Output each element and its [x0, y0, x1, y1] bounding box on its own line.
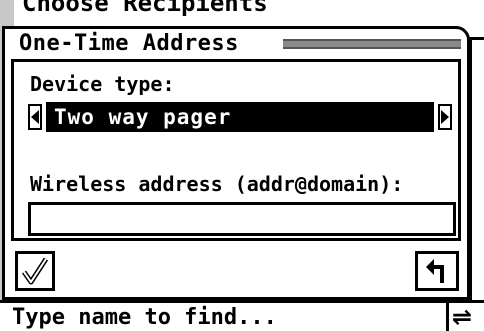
device-type-value[interactable]: Two way pager [46, 102, 434, 132]
return-arrow-icon [426, 259, 444, 283]
previous-option-button[interactable] [28, 104, 42, 130]
wireless-address-label: Wireless address (addr@domain): [30, 172, 404, 196]
device-type-label: Device type: [30, 72, 175, 96]
dialog-header: One-Time Address [5, 29, 467, 59]
one-time-address-dialog: One-Time Address Device type: Two way pa… [2, 26, 470, 300]
device-type-picker[interactable]: Two way pager [28, 102, 456, 132]
double-arrow-icon[interactable]: ⇌ [452, 303, 472, 331]
find-bar: Type name to find... ⇌ [0, 300, 484, 331]
title-bar-stripe [283, 39, 461, 49]
ok-button[interactable] [15, 251, 55, 291]
wireless-address-input[interactable] [28, 202, 456, 236]
find-bar-divider [446, 303, 449, 331]
find-name-input[interactable]: Type name to find... [12, 305, 277, 331]
triangle-left-icon [31, 110, 39, 124]
background-right-edge [470, 40, 484, 300]
address-form-panel: Device type: Two way pager Wireless addr… [11, 59, 461, 241]
dialog-title: One-Time Address [19, 31, 239, 56]
back-button[interactable] [415, 251, 459, 291]
checkmark-icon [21, 257, 49, 285]
triangle-right-icon [441, 110, 449, 124]
next-option-button[interactable] [438, 104, 452, 130]
